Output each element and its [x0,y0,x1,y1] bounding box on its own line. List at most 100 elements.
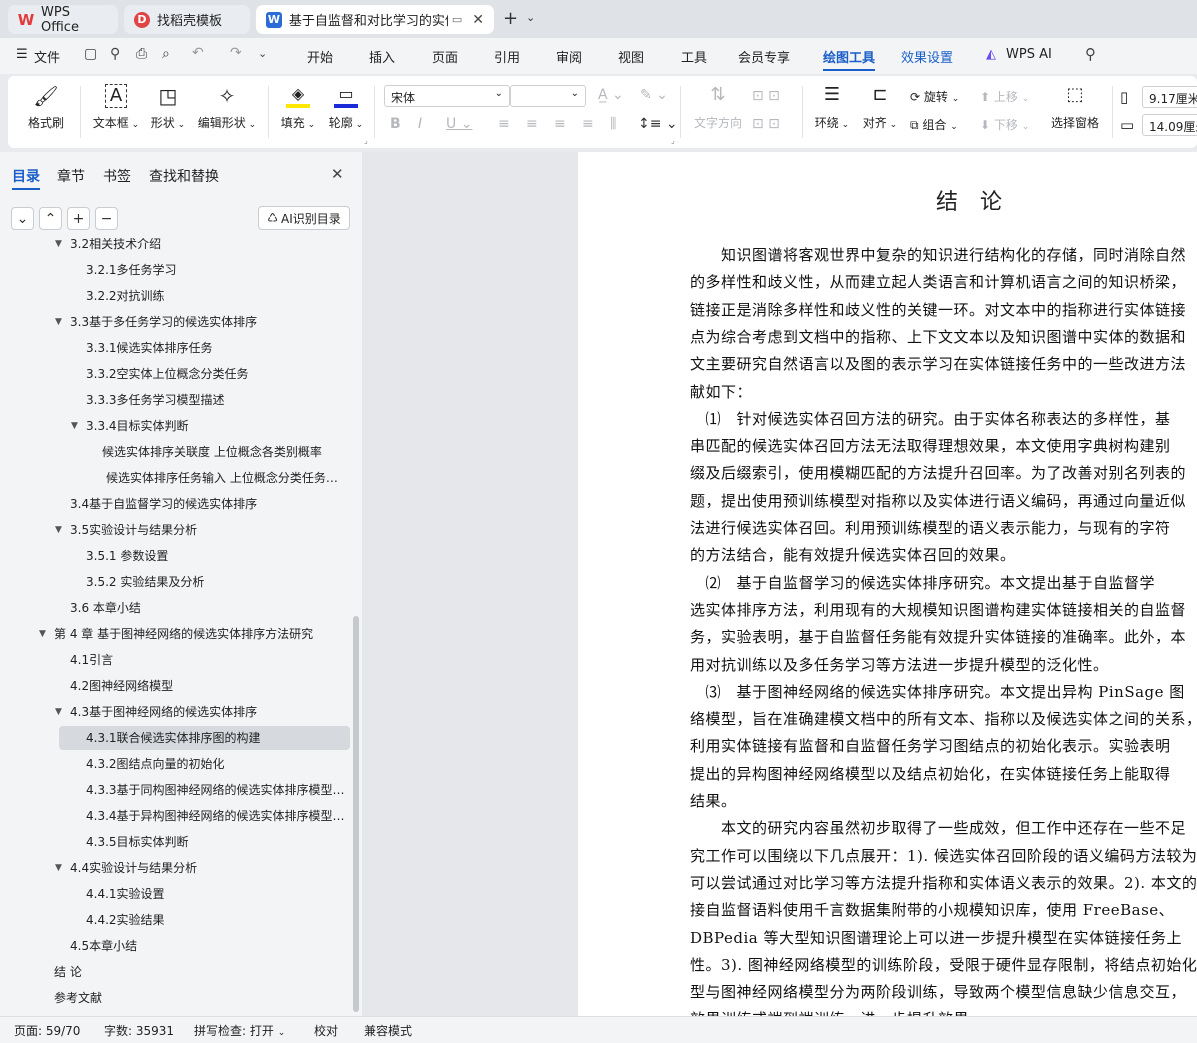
toc-item[interactable]: 4.4.1实验设置 [86,882,345,906]
expand-arrow-icon[interactable]: ▼ [55,700,62,724]
justify-icon[interactable]: ≡ [582,116,594,132]
menu-effect-settings[interactable]: 效果设置 [901,47,953,66]
toc-item[interactable]: 4.3.3基于同构图神经网络的候选实体排序模型描述 [86,778,345,802]
spell-check-toggle[interactable]: 拼写检查: 打开 ⌄ [194,1022,285,1039]
bring-forward-button[interactable]: ⬆ 上移 ⌄ [980,88,1029,105]
toc-item[interactable]: 候选实体排序关联度 上位概念各类别概率 [102,440,345,464]
align-center-icon[interactable]: ≡ [526,116,538,132]
remove-heading-button[interactable]: − [95,207,118,230]
edit-shape-button[interactable]: ✧ 编辑形状 ⌄ [196,84,258,131]
close-tab-icon[interactable]: ✕ [472,12,484,28]
panel-tab-find-replace[interactable]: 查找和替换 [149,166,219,186]
expand-arrow-icon[interactable]: ▼ [39,622,46,646]
toc-item[interactable]: 3.3.3多任务学习模型描述 [86,388,345,412]
italic-icon[interactable]: I [418,116,422,132]
tab-document[interactable]: W 基于自监督和对比学习的实体 ▭ ✕ [256,5,494,34]
toc-item[interactable]: 4.3.5目标实体判断 [86,830,345,854]
toc-item[interactable]: 4.1引言 [70,648,345,672]
menu-lines-icon[interactable]: ☰ [16,47,28,62]
add-heading-button[interactable]: + [67,207,90,230]
chevron-down-icon[interactable]: ⌄ [526,11,535,24]
toc-item[interactable]: 4.3.2图结点向量的初始化 [86,752,345,776]
menu-wps-ai[interactable]: WPS AI [1006,47,1052,62]
toc-item[interactable]: 结 论 [54,960,345,984]
toc-item[interactable]: 3.4基于自监督学习的候选实体排序 [70,492,345,516]
new-tab-icon[interactable]: + [503,8,518,29]
dialog-launcher-icon[interactable]: ⌟ [364,136,368,145]
word-count[interactable]: 字数: 35931 [104,1022,174,1039]
print-icon[interactable]: ⎙ [136,46,147,62]
expand-arrow-icon[interactable]: ▼ [55,310,62,334]
group-button[interactable]: ⧉ 组合 ⌄ [910,116,958,133]
menu-reference[interactable]: 引用 [494,47,520,66]
rotate-button[interactable]: ⟳ 旋转 ⌄ [910,88,959,105]
menu-member[interactable]: 会员专享 [738,47,790,66]
collapse-up-button[interactable]: ⌃ [39,207,62,230]
toc-item[interactable]: 4.4.2实验结果 [86,908,345,932]
close-panel-icon[interactable]: ✕ [331,165,344,183]
ai-toc-button[interactable]: ♺ AI识别目录 [258,206,350,230]
print-preview-icon[interactable]: ⌕ [162,46,170,62]
toc-item[interactable]: 3.3.1候选实体排序任务 [86,336,345,360]
format-painter-button[interactable]: 🖌 格式刷 [24,84,68,131]
save-icon[interactable]: ▢ [84,46,97,62]
line-spacing-icon[interactable]: ↕≡ ⌄ [638,116,678,132]
undo-icon[interactable]: ↶ [192,45,204,61]
expand-arrow-icon[interactable]: ▼ [55,856,62,880]
selection-pane-button[interactable]: ⬚ 选择窗格 [1046,84,1104,131]
toc-item[interactable]: 4.3基于图神经网络的候选实体排序 [70,700,345,724]
height-input[interactable]: 14.09厘米 [1142,114,1197,136]
panel-tab-toc[interactable]: 目录 [12,166,40,186]
toc-item[interactable]: 第 4 章 基于图神经网络的候选实体排序方法研究 [54,622,345,646]
collapse-down-button[interactable]: ⌄ [11,207,34,230]
text-align-bottom-icon[interactable]: ⊡ ⊡ [752,116,780,132]
toc-item[interactable]: 3.5.1 参数设置 [86,544,345,568]
textbox-button[interactable]: A 文本框 ⌄ [90,84,142,131]
menu-file[interactable]: 文件 [34,47,60,66]
toc-item[interactable]: 4.3.4基于异构图神经网络的候选实体排序模型描述 [86,804,345,828]
font-name-select[interactable]: 宋体 ⌄ [384,85,510,107]
menu-review[interactable]: 审阅 [556,47,582,66]
toc-item[interactable]: 3.2相关技术介绍 [70,238,345,256]
underline-icon[interactable]: U ⌄ [446,116,472,132]
dialog-launcher-icon[interactable]: ⌟ [671,136,675,145]
expand-arrow-icon[interactable]: ▼ [55,238,62,256]
align-left-icon[interactable]: ≡ [498,116,510,132]
toc-item[interactable]: 4.3.1联合候选实体排序图的构建 [59,726,350,750]
toc-item[interactable]: 3.5实验设计与结果分析 [70,518,345,542]
document-page[interactable]: 结论 知识图谱将客观世界中复杂的知识进行结构化的存储，同时消除自然 的多样性和歧义… [578,152,1197,1016]
expand-arrow-icon[interactable]: ▼ [71,414,78,438]
menu-view[interactable]: 视图 [618,47,644,66]
toc-item[interactable]: 3.5.2 实验结果及分析 [86,570,345,594]
shape-button[interactable]: ◳ 形状 ⌄ [148,84,188,131]
toc-item[interactable]: 4.4实验设计与结果分析 [70,856,345,880]
toc-item[interactable]: 3.6 本章小结 [70,596,345,620]
menu-tools[interactable]: 工具 [681,47,707,66]
panel-tab-bookmarks[interactable]: 书签 [103,166,131,186]
font-size-select[interactable]: ⌄ [510,85,586,107]
send-backward-button[interactable]: ⬇ 下移 ⌄ [980,116,1029,133]
monitor-icon[interactable]: ▭ [452,13,462,26]
align-button[interactable]: ⊏ 对齐 ⌄ [860,84,900,131]
toc-item[interactable]: 3.3.2空实体上位概念分类任务 [86,362,345,386]
search-icon[interactable]: ⚲ [1085,45,1096,63]
font-color-icon[interactable]: A̲ ⌄ [598,87,624,103]
outline-button[interactable]: ▭ 轮廓 ⌄ [326,84,366,131]
bold-icon[interactable]: B [390,116,401,132]
page-count[interactable]: 页面: 59/70 [14,1022,80,1039]
proofread-button[interactable]: 校对 [314,1022,338,1039]
more-chevron-icon[interactable]: ⌄ [258,47,267,60]
distribute-icon[interactable]: ⫼ [610,116,616,132]
panel-tab-chapters[interactable]: 章节 [57,166,85,186]
toc-item[interactable]: 3.3基于多任务学习的候选实体排序 [70,310,345,334]
toc-item[interactable]: 3.3.4目标实体判断 [86,414,345,438]
toc-item[interactable]: 参考文献 [54,986,345,1010]
tab-wps-office[interactable]: W WPS Office [8,5,118,35]
menu-page[interactable]: 页面 [432,47,458,66]
highlight-icon[interactable]: ✎ ⌄ [640,87,668,103]
text-align-top-icon[interactable]: ⊡ ⊡ [752,88,780,104]
toc-item[interactable]: 3.2.1多任务学习 [86,258,345,282]
redo-icon[interactable]: ↷ [230,45,242,61]
expand-arrow-icon[interactable]: ▼ [55,518,62,542]
toc-scrollbar[interactable] [353,616,359,1012]
